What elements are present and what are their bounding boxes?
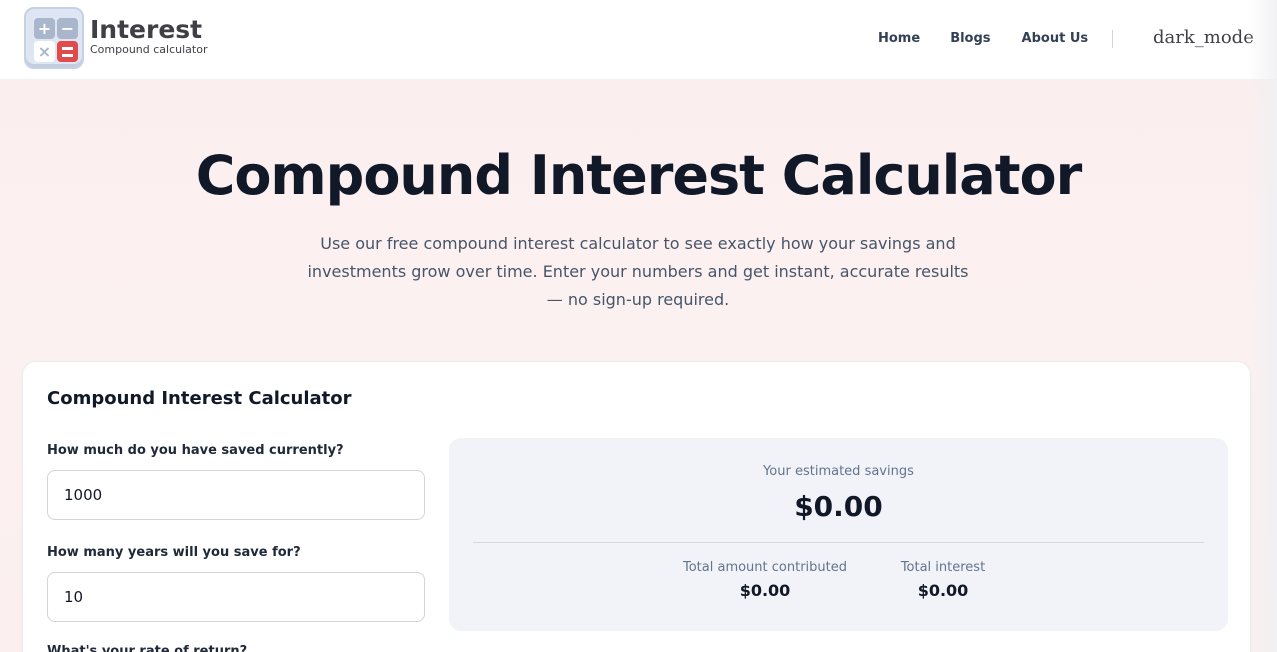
current-savings-input[interactable] bbox=[47, 470, 425, 520]
logo-title: Interest bbox=[90, 15, 203, 44]
total-contributed-label: Total amount contributed bbox=[682, 560, 848, 575]
calculator-logo-icon: + − × bbox=[24, 7, 84, 69]
results-panel: Your estimated savings $0.00 Total amoun… bbox=[449, 438, 1228, 631]
logo-subtitle: Compound calculator bbox=[90, 43, 208, 56]
site-logo[interactable]: + − × Interest Compound calculator bbox=[24, 7, 208, 69]
site-header: + − × Interest Compound calculator Home … bbox=[0, 0, 1277, 80]
years-label: How many years will you save for? bbox=[47, 545, 301, 560]
nav-about-us[interactable]: About Us bbox=[1022, 31, 1089, 46]
total-interest-label: Total interest bbox=[900, 560, 986, 575]
hero-description: Use our free compound interest calculato… bbox=[307, 234, 969, 309]
scroll-edge-shadow bbox=[1247, 0, 1277, 652]
total-contributed-value: $0.00 bbox=[739, 581, 791, 600]
dark-mode-toggle[interactable]: dark_mode bbox=[1153, 27, 1254, 48]
estimated-savings-value: $0.00 bbox=[794, 490, 883, 523]
multiply-icon: × bbox=[34, 41, 55, 62]
calculator-title: Compound Interest Calculator bbox=[47, 388, 352, 409]
equals-icon bbox=[57, 41, 78, 62]
page-title: Compound Interest Calculator bbox=[195, 144, 1083, 207]
total-interest-stat: Total interest $0.00 bbox=[893, 560, 993, 600]
nav-divider bbox=[1112, 30, 1113, 48]
total-contributed-stat: Total amount contributed $0.00 bbox=[679, 560, 851, 600]
rate-of-return-label: What's your rate of return? bbox=[47, 644, 248, 652]
current-savings-label: How much do you have saved currently? bbox=[47, 443, 344, 458]
nav-home[interactable]: Home bbox=[878, 31, 920, 46]
nav-blogs[interactable]: Blogs bbox=[950, 31, 990, 46]
plus-icon: + bbox=[34, 18, 55, 39]
total-interest-value: $0.00 bbox=[917, 581, 969, 600]
calculator-card: Compound Interest Calculator How much do… bbox=[22, 361, 1251, 652]
main-nav: Home Blogs About Us bbox=[878, 31, 1088, 46]
years-input[interactable] bbox=[47, 572, 425, 622]
minus-icon: − bbox=[57, 18, 78, 39]
results-divider bbox=[473, 542, 1204, 543]
estimated-savings-label: Your estimated savings bbox=[763, 464, 914, 479]
